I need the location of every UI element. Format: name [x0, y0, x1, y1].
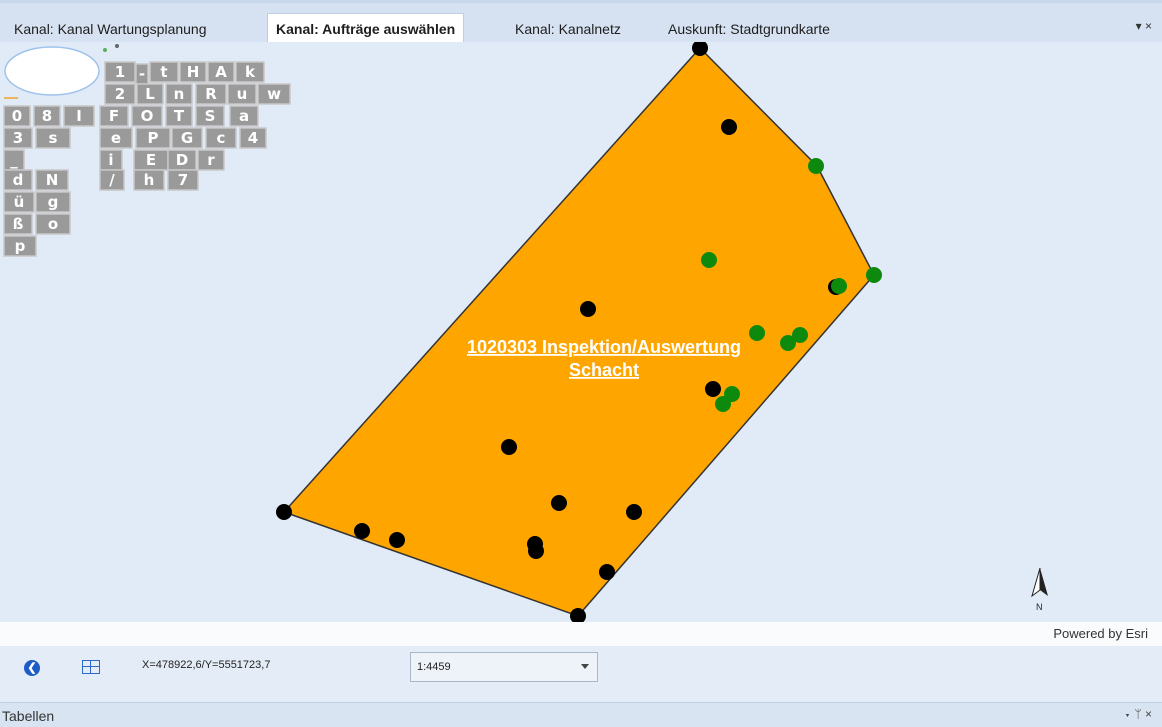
tables-panel-header: Tabellen ▾ ᛘ ×	[0, 702, 1162, 727]
label-tile-text: S	[205, 107, 216, 125]
cluster-dot	[4, 97, 18, 99]
tab-kanal-auftraege-auswaehlen[interactable]: Kanal: Aufträge auswählen	[267, 13, 465, 45]
black-point[interactable]	[705, 381, 721, 397]
map-view[interactable]: 1020303 Inspektion/Auswertung Schacht 1-…	[0, 42, 1162, 622]
green-point[interactable]	[808, 158, 824, 174]
chevron-down-icon	[581, 664, 589, 669]
label-tile-text: 2	[115, 85, 125, 103]
scale-value: 1:4459	[417, 661, 451, 673]
label-tile-text: /	[109, 171, 115, 189]
label-tile-text: G	[181, 129, 193, 147]
label-tile-text: -	[139, 65, 145, 83]
label-tile-text: R	[205, 85, 217, 103]
label-tile-text: g	[48, 193, 59, 211]
polygon-label-line1: 1020303 Inspektion/Auswertung	[467, 337, 741, 357]
scale-dropdown[interactable]: 1:4459	[410, 652, 598, 682]
green-point[interactable]	[780, 335, 796, 351]
label-tile-text: i	[108, 151, 113, 169]
label-tile-text: n	[174, 85, 185, 103]
label-tile-text: _	[10, 151, 18, 169]
black-point[interactable]	[501, 439, 517, 455]
label-tile-text: a	[239, 107, 249, 125]
black-point[interactable]	[626, 504, 642, 520]
label-tile-text: 3	[13, 129, 23, 147]
table-grid-icon[interactable]	[82, 660, 100, 674]
black-point[interactable]	[276, 504, 292, 520]
label-tile-text: d	[13, 171, 24, 189]
order-area-polygon[interactable]	[282, 46, 875, 617]
green-point[interactable]	[866, 267, 882, 283]
black-point[interactable]	[580, 301, 596, 317]
label-tile-text: c	[217, 129, 226, 147]
label-tile-text: 4	[248, 129, 258, 147]
label-tile-text: u	[237, 85, 248, 103]
label-tile-text: O	[141, 107, 154, 125]
polygon-label-line2: Schacht	[569, 360, 639, 380]
label-tile-text: r	[207, 151, 215, 169]
label-tile-text: D	[176, 151, 188, 169]
label-tile-text: ü	[14, 193, 25, 211]
tab-kanal-kanalnetz[interactable]: Kanal: Kanalnetz	[507, 15, 629, 43]
cluster-ellipse	[4, 46, 100, 96]
coordinate-readout: X=478922,6/Y=5551723,7	[142, 659, 271, 671]
label-tile-text: k	[245, 63, 256, 81]
panel-controls[interactable]: ▾ ᛘ ×	[1124, 707, 1152, 721]
green-point[interactable]	[749, 325, 765, 341]
cluster-dot	[115, 44, 119, 48]
label-tile-text: H	[187, 63, 200, 81]
green-point[interactable]	[701, 252, 717, 268]
black-point[interactable]	[354, 523, 370, 539]
black-point[interactable]	[528, 543, 544, 559]
tab-kanal-wartungsplanung[interactable]: Kanal: Kanal Wartungsplanung	[6, 15, 215, 43]
label-tile-text: I	[76, 107, 82, 125]
label-tile-text: t	[160, 63, 167, 81]
label-tile-text: e	[111, 129, 121, 147]
label-tile-text: ß	[13, 215, 24, 233]
map-canvas[interactable]: 1020303 Inspektion/Auswertung Schacht 1-…	[0, 42, 1162, 622]
north-label: N	[1036, 602, 1043, 612]
label-tile-text: A	[215, 63, 227, 81]
tab-window-controls[interactable]: ▾ ×	[1136, 19, 1152, 33]
green-point[interactable]	[831, 278, 847, 294]
label-tile-text: s	[49, 129, 58, 147]
label-tile-text: L	[145, 85, 155, 103]
black-point[interactable]	[599, 564, 615, 580]
green-point[interactable]	[715, 396, 731, 412]
label-tile-text: E	[146, 151, 156, 169]
label-tile-text: 7	[178, 171, 188, 189]
black-point[interactable]	[389, 532, 405, 548]
black-point[interactable]	[551, 495, 567, 511]
label-tile-text: 1	[115, 63, 125, 81]
back-arrow-icon[interactable]: ❮	[24, 660, 40, 676]
label-tile-text: 0	[12, 107, 22, 125]
cluster-dot	[103, 48, 107, 52]
panel-title: Tabellen	[2, 708, 55, 724]
label-tile-text: N	[46, 171, 59, 189]
label-tile-text: T	[174, 107, 185, 125]
label-tile-text: 8	[42, 107, 52, 125]
tab-auskunft-stadtgrundkarte[interactable]: Auskunft: Stadtgrundkarte	[660, 15, 838, 43]
label-tile-text: F	[109, 107, 119, 125]
document-tab-bar: Kanal: Kanal Wartungsplanung Kanal: Auft…	[0, 0, 1162, 45]
label-tile-text: p	[15, 237, 26, 255]
north-arrow-icon: N	[1031, 567, 1048, 612]
label-tile-text: h	[144, 171, 155, 189]
label-tile-text: P	[148, 129, 159, 147]
attribution-strip: Powered by Esri	[0, 622, 1162, 646]
label-tile-text: o	[48, 215, 58, 233]
map-status-bar: ❮ X=478922,6/Y=5551723,7 1:4459	[0, 646, 1162, 688]
black-point[interactable]	[721, 119, 737, 135]
label-tile-text: w	[267, 85, 281, 103]
powered-by-esri[interactable]: Powered by Esri	[1053, 626, 1148, 641]
